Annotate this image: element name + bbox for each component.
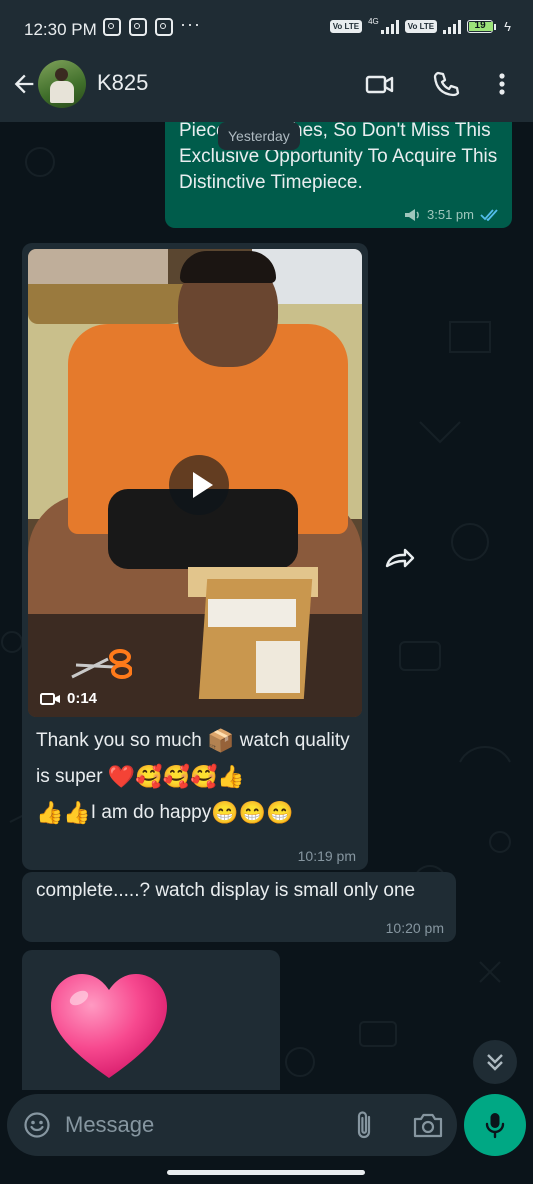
incoming-video-message[interactable]: 0:14 Thank you so much 📦 watch quality i… xyxy=(22,243,368,870)
chat-area[interactable]: Piece of watches, So Don't Miss This Exc… xyxy=(0,122,533,1090)
message-input[interactable] xyxy=(65,1108,335,1142)
contact-name[interactable]: K825 xyxy=(97,70,148,96)
heart-emoji: ❤️ xyxy=(107,763,136,789)
microphone-icon xyxy=(485,1113,505,1139)
signal-icon-2 xyxy=(443,19,462,34)
message-composer xyxy=(7,1094,457,1156)
thumbs-up-emoji: 👍👍 xyxy=(36,799,91,825)
instagram-icon xyxy=(103,18,121,36)
home-indicator[interactable] xyxy=(167,1170,365,1175)
double-chevron-down-icon xyxy=(487,1054,503,1071)
message-time: 10:19 pm xyxy=(297,848,356,864)
message-meta: 3:51 pm xyxy=(403,207,500,222)
read-ticks-icon xyxy=(480,208,498,221)
volte-icon-2: Vo LTE xyxy=(404,20,438,33)
incoming-text-message[interactable]: complete.....? watch display is small on… xyxy=(22,872,456,942)
scissors xyxy=(71,649,132,679)
box-emoji: 📦 xyxy=(207,727,235,753)
video-caption: Thank you so much 📦 watch quality is sup… xyxy=(36,727,350,825)
video-thumbnail[interactable]: 0:14 xyxy=(28,249,362,717)
play-button[interactable] xyxy=(169,455,229,515)
network-type: 4G xyxy=(368,17,379,26)
incoming-sticker-message[interactable] xyxy=(22,950,280,1090)
video-call-icon[interactable] xyxy=(364,68,396,100)
more-notifications-icon: ··· xyxy=(180,14,201,34)
voice-message-button[interactable] xyxy=(464,1094,526,1156)
status-indicators: Vo LTE 4G Vo LTE 19 ϟ xyxy=(329,17,511,34)
message-time: 3:51 pm xyxy=(427,207,474,222)
avatar[interactable] xyxy=(38,60,86,108)
video-duration: 0:14 xyxy=(40,690,97,707)
heart-sticker xyxy=(51,974,167,1078)
back-arrow-icon[interactable] xyxy=(10,70,38,98)
signal-icon xyxy=(380,19,399,34)
message-text: complete.....? watch display is small on… xyxy=(36,880,416,901)
message-time: 10:20 pm xyxy=(385,920,444,936)
scroll-to-bottom-button[interactable] xyxy=(473,1040,517,1084)
instagram-icon xyxy=(155,18,173,36)
date-divider: Yesterday xyxy=(218,122,300,150)
thumbs-up-emoji: 👍 xyxy=(217,763,245,789)
forward-icon[interactable] xyxy=(383,544,417,572)
emoji-icon[interactable] xyxy=(23,1111,51,1139)
instagram-icon xyxy=(129,18,147,36)
charging-icon: ϟ xyxy=(504,19,511,34)
grinning-emoji: 😁😁😁 xyxy=(211,799,294,825)
status-bar: 12:30 PM ··· Vo LTE 4G Vo LTE 19 ϟ xyxy=(0,0,533,60)
status-notification-icons xyxy=(103,18,173,36)
attach-icon[interactable] xyxy=(353,1109,377,1141)
battery-level: 19 xyxy=(474,20,486,31)
volte-icon: Vo LTE xyxy=(329,20,363,33)
battery-icon: 19 xyxy=(467,20,497,33)
broadcast-icon xyxy=(405,208,419,221)
smiling-hearts-emoji: 🥰🥰🥰 xyxy=(135,763,218,789)
chat-header: K825 xyxy=(0,60,533,122)
more-vertical-icon[interactable] xyxy=(486,68,518,100)
phone-call-icon[interactable] xyxy=(430,68,462,100)
video-camera-icon xyxy=(40,692,60,705)
status-time: 12:30 PM xyxy=(24,20,97,39)
camera-icon[interactable] xyxy=(412,1111,444,1139)
